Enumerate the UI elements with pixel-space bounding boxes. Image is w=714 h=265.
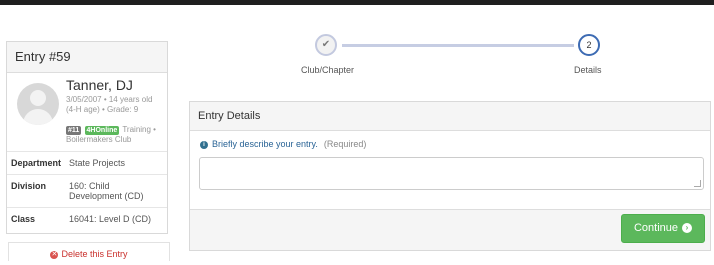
required-label: (Required) <box>323 139 367 149</box>
training-label: Training • <box>122 125 156 134</box>
field-prompt: i Briefly describe your entry. (Required) <box>200 139 366 149</box>
online-badge: 4HOnline <box>84 126 120 135</box>
continue-button[interactable]: Continue › <box>621 214 705 243</box>
department-value: State Projects <box>69 158 126 168</box>
entry-description-textarea[interactable] <box>199 157 704 190</box>
department-row: Department State Projects <box>7 152 167 175</box>
entry-title: Entry #59 <box>7 42 167 73</box>
department-label: Department <box>11 158 62 168</box>
delete-entry-label: Delete this Entry <box>61 249 128 259</box>
step-details-label: Details <box>574 65 602 75</box>
step-details-number: 2 <box>578 34 600 56</box>
step-club-chapter-checkmark-icon[interactable]: ✔ <box>315 34 337 56</box>
club-name: Boilermakers Club <box>66 135 132 144</box>
panel-footer: Continue › <box>190 209 710 250</box>
class-row: Class 16041: Level D (CD) <box>7 208 167 230</box>
member-name: Tanner, DJ <box>66 77 133 93</box>
panel-title: Entry Details <box>190 102 710 131</box>
entry-summary-card: Entry #59 Tanner, DJ 3/05/2007 • 14 year… <box>6 41 168 234</box>
resize-handle-icon[interactable] <box>694 180 701 187</box>
field-prompt-text: Briefly describe your entry. <box>212 139 318 149</box>
info-icon: i <box>200 140 208 149</box>
top-bar <box>0 0 714 5</box>
continue-label: Continue <box>633 222 679 234</box>
times-circle-icon: ✕ <box>50 250 59 259</box>
delete-entry-button[interactable]: ✕ Delete this Entry <box>8 242 170 261</box>
member-birthdate-age: 3/05/2007 • 14 years old <box>66 95 153 104</box>
member-badges: #11 4HOnline Training • Boilermakers Clu… <box>66 125 168 145</box>
division-label: Division <box>11 181 47 191</box>
arrow-right-circle-icon: › <box>682 223 693 234</box>
member-info: Tanner, DJ 3/05/2007 • 14 years old (4-H… <box>7 73 167 152</box>
step-club-chapter-label[interactable]: Club/Chapter <box>301 65 354 75</box>
class-label: Class <box>11 214 36 224</box>
avatar-icon <box>17 83 59 125</box>
stepper-progress-line <box>342 44 574 47</box>
member-meta: 3/05/2007 • 14 years old (4-H age) • Gra… <box>66 95 168 115</box>
class-value: 16041: Level D (CD) <box>69 214 152 224</box>
member-id-badge: #11 <box>66 126 82 135</box>
division-value: 160: Child Development (CD) <box>69 181 144 201</box>
division-row: Division 160: Child Development (CD) <box>7 175 167 208</box>
entry-details-panel: Entry Details i Briefly describe your ent… <box>189 101 711 251</box>
member-grade: (4-H age) • Grade: 9 <box>66 105 139 114</box>
